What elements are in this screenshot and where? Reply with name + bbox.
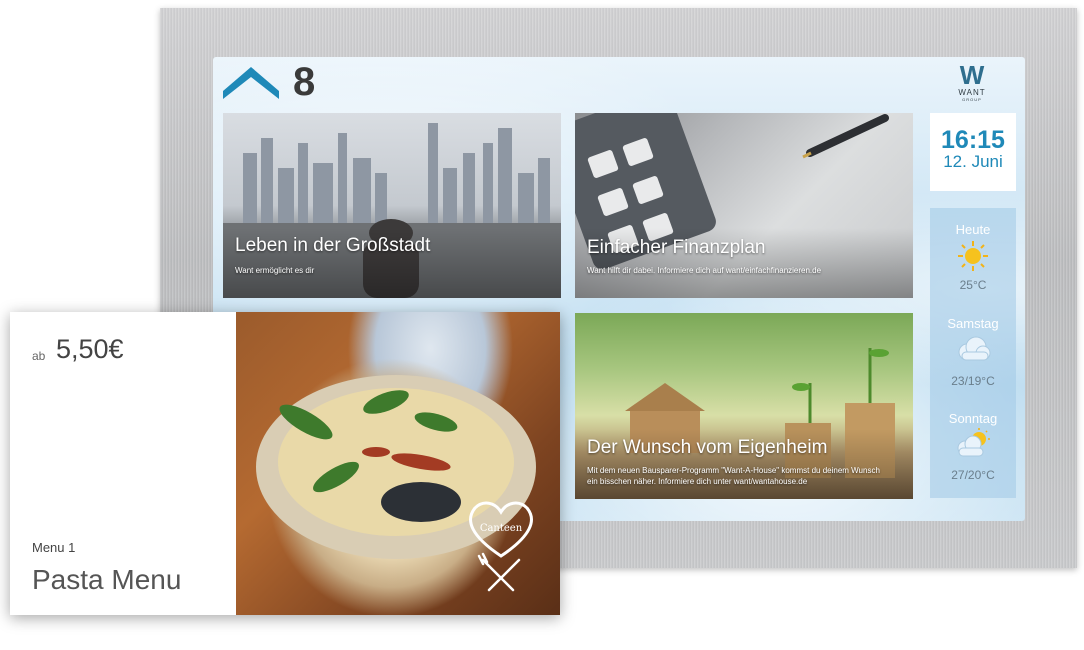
menu-card[interactable]: ab 5,50€ Menu 1 Pasta Menu Canteen bbox=[10, 312, 560, 615]
weather-widget: Heute 25°C Samstag 23/19°C Sonntag 27/20… bbox=[930, 208, 1016, 498]
sun-icon bbox=[958, 241, 988, 271]
menu-name: Pasta Menu bbox=[32, 564, 182, 595]
weather-temp: 25°C bbox=[959, 278, 987, 292]
tile-title: Der Wunsch vom Eigenheim bbox=[587, 437, 828, 458]
tile-subtitle: Want ermöglicht es dir bbox=[235, 266, 315, 275]
tile-title: Leben in der Großstadt bbox=[235, 235, 431, 256]
weather-temp: 23/19°C bbox=[951, 374, 995, 388]
page-number: 8 bbox=[293, 60, 316, 104]
weather-temp: 27/20°C bbox=[951, 468, 995, 482]
tile-title: Einfacher Finanzplan bbox=[587, 237, 766, 258]
want-logo: W WANT GROUP bbox=[958, 60, 986, 102]
chevron-up-icon[interactable] bbox=[223, 65, 279, 99]
weather-day: Samstag bbox=[947, 316, 999, 331]
tile-city-life[interactable]: Leben in der Großstadt Want ermöglicht e… bbox=[223, 113, 561, 298]
canteen-heart-logo: Canteen bbox=[469, 501, 533, 592]
tile-subtitle: Want hilft dir dabei. Informiere dich au… bbox=[587, 266, 822, 275]
menu-label: Menu 1 bbox=[32, 540, 76, 555]
menu-price: 5,50€ bbox=[56, 334, 124, 364]
tile-subtitle: Mit dem neuen Bausparer-Programm "Want-A… bbox=[587, 466, 880, 486]
menu-info-panel: ab 5,50€ Menu 1 Pasta Menu bbox=[10, 312, 236, 615]
cloud-icon bbox=[958, 336, 991, 361]
clock-date: 12. Juni bbox=[943, 152, 1003, 171]
tile-finance-plan[interactable]: Einfacher Finanzplan Want hilft dir dabe… bbox=[575, 113, 913, 298]
clock-widget: 16:15 12. Juni bbox=[930, 113, 1016, 191]
pasta-photo: Canteen bbox=[236, 312, 560, 615]
weather-day: Sonntag bbox=[948, 411, 998, 426]
sun-cloud-icon bbox=[957, 428, 990, 457]
tile-own-home[interactable]: Der Wunsch vom Eigenheim Mit dem neuen B… bbox=[575, 313, 913, 499]
weather-day: Heute bbox=[955, 222, 991, 237]
price-prefix: ab bbox=[32, 349, 46, 363]
canteen-logo-text: Canteen bbox=[480, 523, 523, 534]
clock-time: 16:15 bbox=[941, 126, 1005, 154]
